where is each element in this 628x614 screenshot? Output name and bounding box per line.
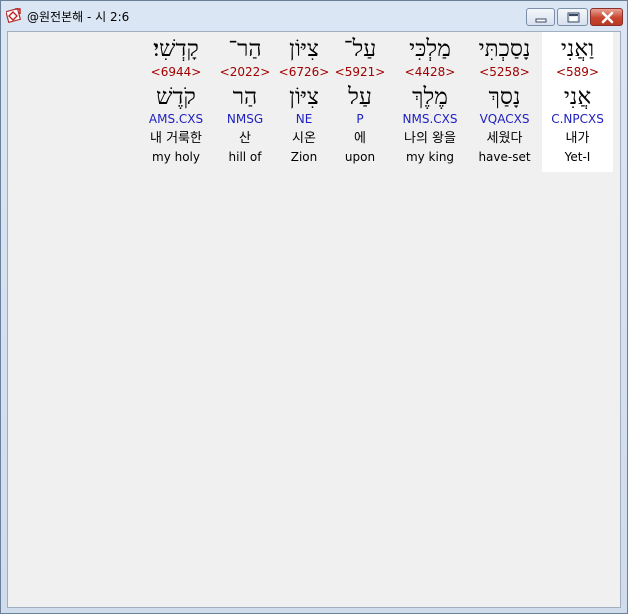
hebrew-root: עַל bbox=[348, 84, 372, 110]
close-icon bbox=[601, 11, 614, 24]
hebrew-word: צִיּוֹן bbox=[289, 36, 319, 62]
korean-gloss: 산 bbox=[239, 131, 251, 146]
minimize-icon bbox=[535, 18, 547, 23]
hebrew-root: הַר bbox=[232, 84, 258, 110]
morphology-code: VQACXS bbox=[479, 112, 530, 126]
strong-number[interactable]: <6726> bbox=[276, 65, 332, 79]
strong-number[interactable]: <589> bbox=[542, 65, 613, 79]
word-column-6[interactable]: הַר־ <2022> הַר NMSG 산 hill of bbox=[216, 32, 274, 172]
korean-gloss: 나의 왕을 bbox=[404, 131, 456, 146]
interlinear-panel: וַאֲנִי <589> אֲנִי C.NPCXS 내가 Yet-I נָס… bbox=[7, 31, 621, 608]
hebrew-word: הַר־ bbox=[228, 36, 262, 62]
maximize-button[interactable] bbox=[557, 8, 588, 26]
strong-number[interactable]: <5921> bbox=[332, 65, 388, 79]
english-gloss: upon bbox=[344, 150, 376, 164]
hebrew-word: עַל־ bbox=[343, 36, 377, 62]
hebrew-word: מַלְכִּי bbox=[409, 36, 451, 62]
korean-gloss: 내가 bbox=[565, 131, 590, 146]
app-icon bbox=[5, 7, 22, 24]
english-gloss: Yet-I bbox=[564, 150, 591, 164]
english-gloss: Zion bbox=[290, 150, 318, 164]
hebrew-word: קָדְשִׁי׃ bbox=[153, 36, 199, 62]
korean-gloss: 내 거룩한 bbox=[150, 131, 202, 146]
english-gloss: my holy bbox=[152, 150, 200, 164]
morphology-code: AMS.CXS bbox=[148, 112, 204, 126]
english-gloss: hill of bbox=[228, 150, 262, 164]
hebrew-root: מֶלֶךְ bbox=[412, 84, 448, 110]
close-button[interactable] bbox=[590, 8, 623, 26]
strong-number[interactable]: <2022> bbox=[216, 65, 274, 79]
morphology-code: C.NPCXS bbox=[551, 112, 604, 126]
word-column-7[interactable]: קָדְשִׁי׃ <6944> קֹדֶשׁ AMS.CXS 내 거룩한 my… bbox=[140, 32, 212, 172]
morphology-code: NE bbox=[295, 112, 313, 126]
korean-gloss: 에 bbox=[354, 131, 366, 146]
english-gloss: have-set bbox=[478, 150, 531, 164]
hebrew-root: קֹדֶשׁ bbox=[156, 84, 196, 110]
hebrew-root: אֲנִי bbox=[563, 84, 592, 110]
word-column-3[interactable]: מַלְכִּי <4428> מֶלֶךְ NMS.CXS 나의 왕을 my … bbox=[393, 32, 467, 172]
minimize-button[interactable] bbox=[526, 8, 555, 26]
title-bar[interactable]: @원전본해 - 시 2:6 bbox=[1, 1, 627, 31]
window-title: @원전본해 - 시 2:6 bbox=[27, 10, 130, 24]
hebrew-root: נָסַךְ bbox=[488, 84, 521, 110]
word-column-2[interactable]: נָסַכְתִּי <5258> נָסַךְ VQACXS 세웠다 have… bbox=[467, 32, 542, 172]
maximize-icon bbox=[567, 12, 580, 23]
word-column-5[interactable]: צִיּוֹן <6726> צִיּוֹן NE 시온 Zion bbox=[276, 32, 332, 172]
morphology-code: P bbox=[356, 112, 364, 126]
korean-gloss: 시온 bbox=[292, 131, 316, 146]
word-column-1[interactable]: וַאֲנִי <589> אֲנִי C.NPCXS 내가 Yet-I bbox=[542, 32, 613, 172]
hebrew-word: נָסַכְתִּי bbox=[478, 36, 531, 62]
strong-number[interactable]: <5258> bbox=[467, 65, 542, 79]
hebrew-root: צִיּוֹן bbox=[289, 84, 319, 110]
word-column-4[interactable]: עַל־ <5921> עַל P 에 upon bbox=[332, 32, 388, 172]
hebrew-word: וַאֲנִי bbox=[560, 36, 595, 62]
strong-number[interactable]: <6944> bbox=[140, 65, 212, 79]
strong-number[interactable]: <4428> bbox=[393, 65, 467, 79]
morphology-code: NMS.CXS bbox=[402, 112, 458, 126]
app-window: @원전본해 - 시 2:6 וַאֲנִי <589> אֲנִי C.NPCX… bbox=[0, 0, 628, 614]
morphology-code: NMSG bbox=[226, 112, 264, 126]
english-gloss: my king bbox=[405, 150, 455, 164]
korean-gloss: 세웠다 bbox=[486, 131, 523, 146]
